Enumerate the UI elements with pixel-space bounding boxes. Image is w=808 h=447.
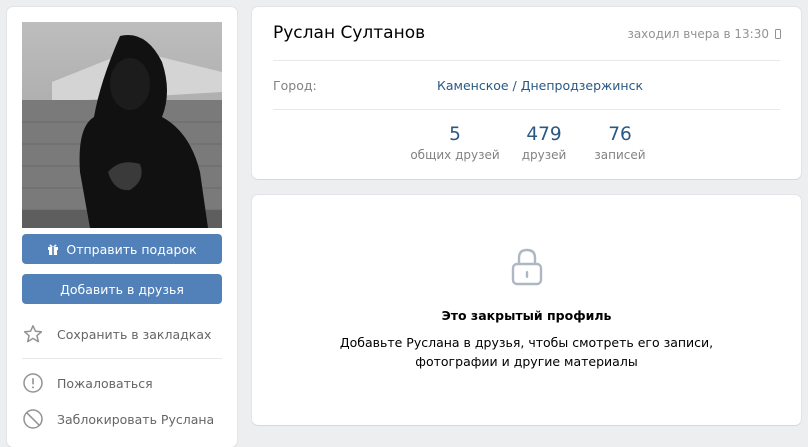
gift-icon [47, 243, 59, 255]
counter-friends[interactable]: 479 друзей [514, 124, 574, 162]
header-divider [273, 60, 780, 61]
closed-profile-title: Это закрытый профиль [441, 308, 612, 323]
add-friend-button[interactable]: Добавить в друзья [22, 274, 222, 304]
block-user-item[interactable]: Заблокировать Руслана [22, 405, 222, 433]
counter-value: 76 [608, 124, 632, 145]
counter-mutual-friends[interactable]: 5 общих друзей [404, 124, 506, 162]
menu-divider [22, 358, 222, 359]
closed-profile-line: Добавьте Руслана в друзья, чтобы смотрет… [339, 335, 714, 350]
lock-icon [510, 247, 544, 291]
send-gift-button[interactable]: Отправить подарок [22, 234, 222, 264]
add-friend-label: Добавить в друзья [60, 281, 184, 297]
closed-profile-card: Это закрытый профиль Добавьте Руслана в … [252, 195, 801, 425]
mobile-phone-icon [775, 29, 781, 39]
counter-value: 479 [526, 124, 562, 145]
info-divider [273, 109, 780, 110]
warning-icon [22, 372, 44, 394]
save-bookmark-label: Сохранить в закладках [57, 326, 212, 342]
city-label: Город: [273, 78, 317, 93]
report-item[interactable]: Пожаловаться [22, 369, 222, 397]
avatar[interactable] [22, 22, 222, 228]
last-seen-text: заходил вчера в 13:30 [627, 27, 769, 41]
counter-label: друзей [521, 148, 567, 162]
block-user-label: Заблокировать Руслана [57, 411, 215, 427]
profile-header-card: Руслан Султанов заходил вчера в 13:30 Го… [252, 7, 801, 179]
counter-label: записей [594, 148, 646, 162]
closed-profile-line: фотографии и другие материалы [415, 354, 638, 369]
counter-label: общих друзей [410, 148, 500, 162]
page-title: Руслан Султанов [273, 23, 426, 43]
report-label: Пожаловаться [57, 375, 153, 391]
profile-sidebar: Отправить подарок Добавить в друзья Сохр… [7, 7, 237, 447]
counter-value: 5 [449, 124, 461, 145]
closed-profile-message: Добавьте Руслана в друзья, чтобы смотрет… [252, 333, 801, 371]
star-icon [22, 323, 44, 345]
last-seen-status: заходил вчера в 13:30 [627, 27, 781, 41]
avatar-photo [22, 22, 222, 228]
block-icon [22, 408, 44, 430]
send-gift-label: Отправить подарок [66, 241, 197, 257]
counter-posts[interactable]: 76 записей [588, 124, 652, 162]
city-link[interactable]: Каменское / Днепродзержинск [437, 78, 643, 93]
save-bookmark-item[interactable]: Сохранить в закладках [22, 320, 222, 348]
